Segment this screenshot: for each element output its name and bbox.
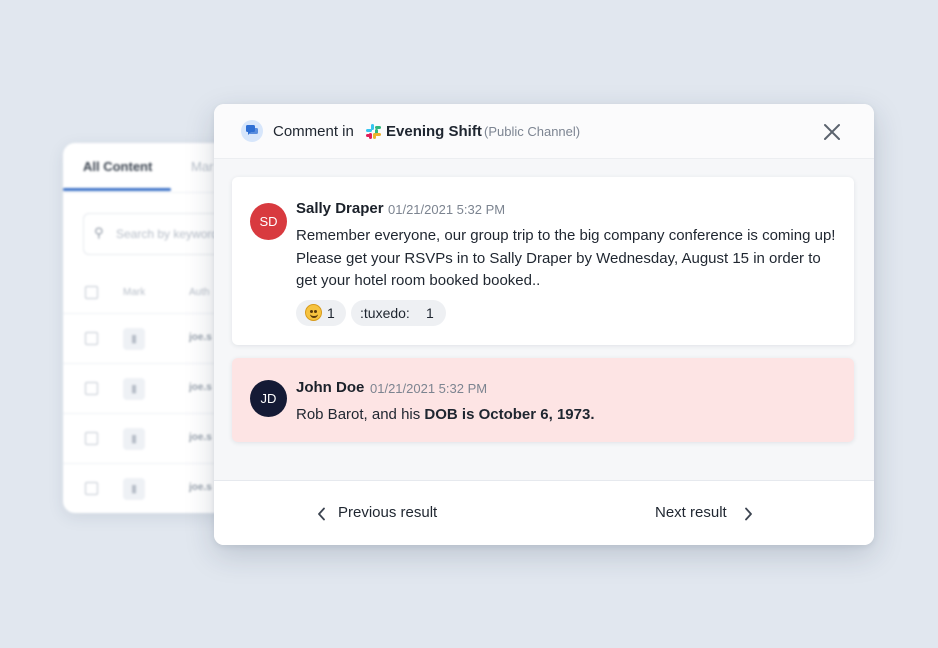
close-icon[interactable] [820,120,844,144]
row-author: joe.s [189,332,212,343]
message-timestamp: 01/21/2021 5:32 PM [370,381,488,396]
search-icon: ⚲ [94,225,104,240]
next-result-button[interactable]: Next result [646,481,766,545]
grinning-sweat-emoji-icon [305,304,322,321]
next-result-label: Next result [655,504,727,521]
slack-icon [366,124,381,144]
select-all-checkbox[interactable] [85,286,98,299]
channel-name: Evening Shift [386,123,482,140]
highlighted-message-card: JD John Doe 01/21/2021 5:32 PM Rob Barot… [232,358,854,442]
reaction-count: 1 [327,305,335,321]
reaction-tuxedo[interactable]: :tuxedo: 1 [351,300,446,326]
reaction-count: 1 [426,305,434,321]
message-author: Sally Draper [296,200,384,217]
message-text: Remember everyone, our group trip to the… [296,227,836,289]
row-checkbox[interactable] [85,382,98,395]
message-card: SD Sally Draper 01/21/2021 5:32 PM Remem… [232,177,854,345]
avatar: JD [250,380,287,417]
bookmark-icon[interactable]: ▮ [123,478,145,500]
bookmark-icon[interactable]: ▮ [123,328,145,350]
row-checkbox[interactable] [85,432,98,445]
sensitive-match-text: DOB is October 6, 1973. [424,406,595,423]
reaction-grinning-sweat[interactable]: 1 [296,300,346,326]
previous-result-button[interactable]: Previous result [309,481,459,545]
message-list: SD Sally Draper 01/21/2021 5:32 PM Remem… [214,159,874,480]
previous-result-label: Previous result [338,504,438,521]
comment-icon [241,120,263,142]
comment-detail-modal: Comment in Evening Shift (Public Channel… [214,104,874,545]
column-author: Auth [189,287,210,298]
message-text: Rob Barot, and his DOB is October 6, 197… [296,404,836,427]
message-author: John Doe [296,379,365,396]
row-author: joe.s [189,482,212,493]
modal-footer: Previous result Next result [214,480,874,545]
active-tab-indicator [63,188,171,191]
row-author: joe.s [189,382,212,393]
message-text-plain: Rob Barot, and his [296,406,425,423]
tab-all-content[interactable]: All Content [83,159,152,174]
chevron-right-icon [744,507,753,526]
row-author: joe.s [189,432,212,443]
bookmark-icon[interactable]: ▮ [123,378,145,400]
channel-type: (Public Channel) [484,124,581,139]
reaction-label: :tuxedo: [360,305,410,321]
bookmark-icon[interactable]: ▮ [123,428,145,450]
modal-header: Comment in Evening Shift (Public Channel… [214,104,874,159]
row-checkbox[interactable] [85,482,98,495]
row-checkbox[interactable] [85,332,98,345]
avatar: SD [250,203,287,240]
tab-marked[interactable]: Mar [191,159,213,174]
chevron-left-icon [317,507,326,526]
message-timestamp: 01/21/2021 5:32 PM [388,202,506,217]
column-mark: Mark [123,287,146,298]
search-placeholder: Search by keyword [116,227,219,241]
header-prefix: Comment in [273,123,354,140]
